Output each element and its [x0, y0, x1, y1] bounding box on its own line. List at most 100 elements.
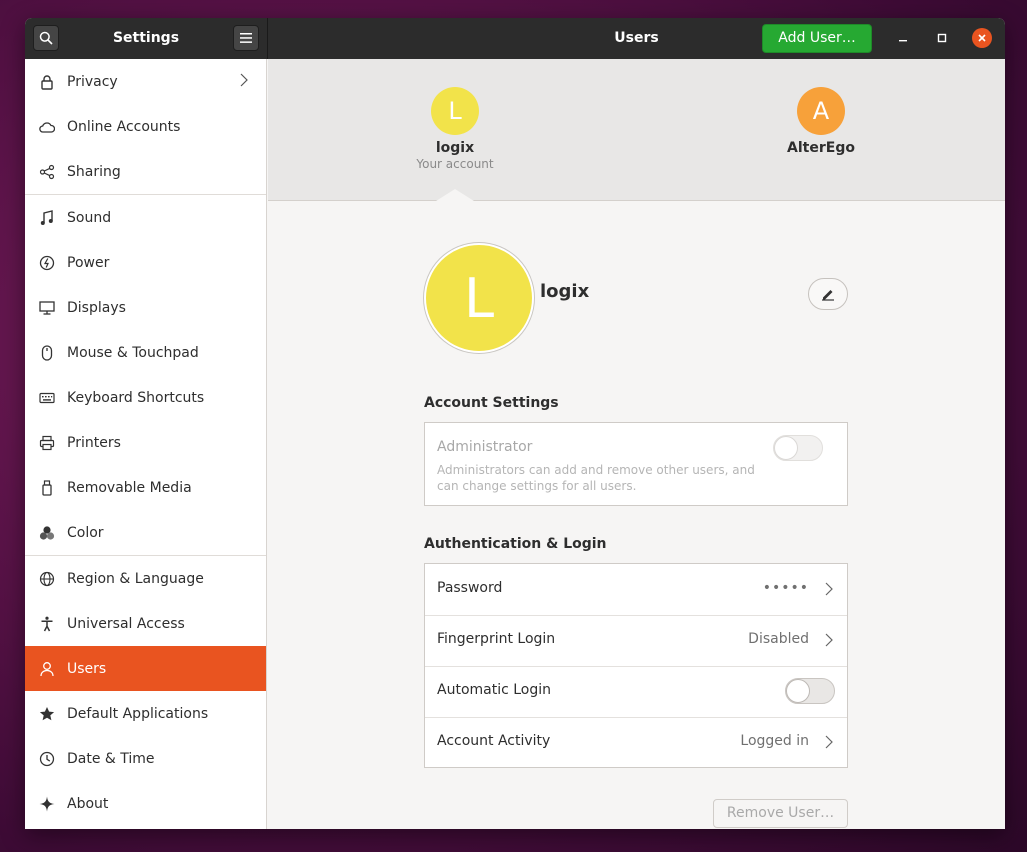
- close-icon: [978, 34, 986, 42]
- sidebar-item-displays[interactable]: Displays: [25, 285, 266, 330]
- minimize-icon: [899, 40, 907, 42]
- account-activity-row[interactable]: Account Activity Logged in: [425, 717, 847, 768]
- sidebar-item-power[interactable]: Power: [25, 240, 266, 285]
- user-icon: [39, 661, 55, 677]
- add-user-button[interactable]: Add User…: [762, 24, 872, 53]
- edit-name-button[interactable]: [808, 278, 848, 310]
- title-bar: Settings Users Add User…: [25, 18, 1005, 59]
- sidebar: Privacy Online Accounts Sharing Sound Po…: [25, 59, 267, 829]
- sidebar-item-label: Universal Access: [67, 615, 185, 632]
- row-label: Password: [437, 580, 503, 596]
- star-icon: [39, 706, 55, 722]
- administrator-toggle[interactable]: [773, 435, 823, 461]
- usb-icon: [39, 479, 55, 496]
- power-icon: [39, 255, 55, 271]
- sidebar-item-printers[interactable]: Printers: [25, 420, 266, 465]
- display-icon: [39, 300, 55, 316]
- sidebar-item-label: Power: [67, 254, 110, 271]
- sidebar-item-users[interactable]: Users: [25, 646, 266, 691]
- remove-user-button[interactable]: Remove User…: [713, 799, 848, 828]
- sidebar-item-sharing[interactable]: Sharing: [25, 149, 266, 194]
- sidebar-item-sound[interactable]: Sound: [25, 195, 266, 240]
- keyboard-icon: [39, 390, 55, 406]
- toggle-knob: [786, 679, 810, 703]
- sidebar-item-label: Keyboard Shortcuts: [67, 389, 205, 406]
- sidebar-item-label: Default Applications: [67, 705, 209, 722]
- hamburger-menu-icon: [240, 33, 252, 43]
- sidebar-item-region-language[interactable]: Region & Language: [25, 556, 266, 601]
- sidebar-item-date-time[interactable]: Date & Time: [25, 736, 266, 781]
- sparkle-icon: [39, 796, 55, 812]
- toggle-knob: [774, 436, 798, 460]
- chevron-right-icon: [825, 581, 833, 600]
- sidebar-item-label: Region & Language: [67, 570, 204, 587]
- row-label: Fingerprint Login: [437, 631, 556, 647]
- sidebar-item-color[interactable]: Color: [25, 510, 266, 555]
- sidebar-item-keyboard-shortcuts[interactable]: Keyboard Shortcuts: [25, 375, 266, 420]
- color-icon: [39, 525, 55, 541]
- sidebar-item-label: Users: [67, 660, 107, 677]
- sidebar-item-label: Printers: [67, 434, 121, 451]
- sidebar-item-label: Displays: [67, 299, 126, 316]
- sidebar-item-about[interactable]: About: [25, 781, 266, 826]
- password-row[interactable]: Password •••••: [425, 564, 847, 616]
- fingerprint-login-row[interactable]: Fingerprint Login Disabled: [425, 615, 847, 667]
- sidebar-item-label: About: [67, 795, 109, 812]
- sidebar-item-label: Online Accounts: [67, 118, 181, 135]
- close-button[interactable]: [972, 28, 992, 48]
- music-note-icon: [39, 209, 55, 226]
- administrator-label: Administrator: [437, 439, 533, 455]
- mouse-icon: [39, 344, 55, 361]
- search-button[interactable]: [33, 25, 59, 51]
- search-icon: [39, 31, 53, 45]
- profile-avatar[interactable]: L: [424, 243, 534, 353]
- lock-icon: [39, 74, 55, 90]
- profile-name: logix: [540, 281, 590, 302]
- user-subtitle: Your account: [416, 157, 494, 171]
- selected-user-pointer: [436, 189, 474, 201]
- user-selector-bar: L logix Your account A AlterEgo: [268, 59, 1005, 201]
- administrator-description: Administrators can add and remove other …: [437, 463, 755, 493]
- globe-icon: [39, 571, 55, 587]
- users-panel: L logix Your account A AlterEgo L logix …: [268, 59, 1005, 829]
- sidebar-item-label: Mouse & Touchpad: [67, 344, 199, 361]
- settings-window: Settings Users Add User… Privacy Online …: [25, 18, 1005, 829]
- chevron-right-icon: [825, 632, 833, 651]
- user-name: AlterEgo: [787, 140, 855, 156]
- chevron-right-icon: [825, 734, 833, 753]
- password-value: •••••: [762, 580, 809, 596]
- minimize-button[interactable]: [893, 28, 913, 48]
- sidebar-title: Settings: [112, 30, 180, 46]
- automatic-login-toggle[interactable]: [785, 678, 835, 704]
- avatar: L: [431, 87, 479, 135]
- row-label: Automatic Login: [437, 682, 552, 698]
- authentication-card: Password ••••• Fingerprint Login Disable…: [424, 563, 848, 768]
- user-name: logix: [435, 140, 475, 156]
- sidebar-item-label: Color: [67, 524, 104, 541]
- sidebar-item-mouse-touchpad[interactable]: Mouse & Touchpad: [25, 330, 266, 375]
- sidebar-item-removable-media[interactable]: Removable Media: [25, 465, 266, 510]
- clock-icon: [39, 751, 55, 767]
- account-settings-heading: Account Settings: [424, 395, 559, 411]
- automatic-login-row: Automatic Login: [425, 666, 847, 718]
- sidebar-item-default-applications[interactable]: Default Applications: [25, 691, 266, 736]
- authentication-login-heading: Authentication & Login: [424, 536, 607, 552]
- row-value: Disabled: [748, 631, 809, 647]
- sidebar-item-label: Sharing: [67, 163, 121, 180]
- row-label: Account Activity: [437, 733, 551, 749]
- sidebar-item-universal-access[interactable]: Universal Access: [25, 601, 266, 646]
- menu-button[interactable]: [233, 25, 259, 51]
- cloud-icon: [39, 119, 55, 135]
- avatar: A: [797, 87, 845, 135]
- sidebar-item-label: Removable Media: [67, 479, 192, 496]
- accessibility-icon: [39, 616, 55, 632]
- sidebar-item-privacy[interactable]: Privacy: [25, 59, 266, 104]
- share-icon: [39, 164, 55, 180]
- sidebar-item-label: Sound: [67, 209, 112, 226]
- account-settings-card: Administrator Administrators can add and…: [424, 422, 848, 506]
- printer-icon: [39, 435, 55, 451]
- sidebar-item-label: Date & Time: [67, 750, 155, 767]
- maximize-button[interactable]: [932, 28, 952, 48]
- sidebar-item-online-accounts[interactable]: Online Accounts: [25, 104, 266, 149]
- edit-pencil-icon: [822, 290, 834, 301]
